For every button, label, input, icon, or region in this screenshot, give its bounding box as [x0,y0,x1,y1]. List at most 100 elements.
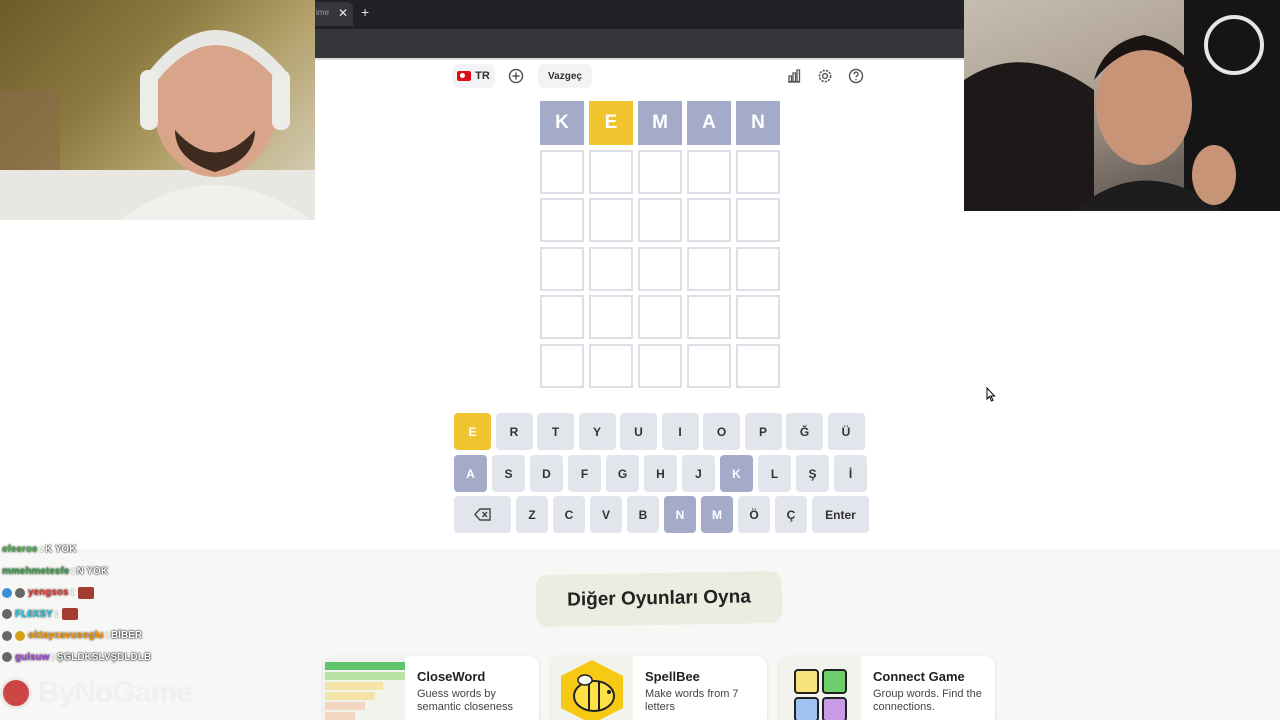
grid-tile: E [589,101,633,145]
game-card-description: Group words. Find the connections. [873,688,982,713]
key-g[interactable]: G [606,455,639,492]
chat-username: FL0XSY [15,608,53,620]
key-y[interactable]: Y [578,413,616,450]
chat-overlay: efeeroe: K YOK mmehmetesfe: N YOK yengsos: FL… [2,539,222,668]
help-circle-icon[interactable] [845,65,867,87]
language-code: TR [475,70,490,82]
grid-row [540,198,780,242]
chat-message: mmehmetesfe: N YOK [2,561,222,583]
key-m[interactable]: M [701,496,733,533]
chat-text: K YOK [44,544,77,556]
key-o[interactable]: O [703,413,740,450]
keyboard-row-2: ASDFGHJKLŞİ [454,455,867,492]
browser-tab-label: ime [316,8,329,17]
key-p[interactable]: P [744,413,782,450]
key-l[interactable]: L [758,455,791,492]
new-tab-icon[interactable]: + [361,4,369,20]
chat-separator: : [51,651,55,663]
key-h[interactable]: H [644,455,677,492]
key-c[interactable]: C [553,496,585,533]
grid-tile [589,343,633,388]
backspace-key[interactable] [454,496,511,533]
grid-tile [736,246,780,291]
chat-text: N YOK [76,565,109,577]
grid-tile: M [638,101,682,145]
key-k[interactable]: K [720,455,753,492]
grid-tile [589,198,633,242]
language-selector[interactable]: TR [452,64,495,88]
chat-emote-icon [62,608,79,621]
give-up-button[interactable]: Vazgeç [538,64,592,88]
grid-tile [589,295,633,339]
grid-tile [736,343,780,388]
key-ö[interactable]: Ö [738,496,770,533]
chat-username: efeeroe [2,544,38,556]
closeword-thumbnail [323,656,405,720]
chat-badge-icon [15,587,25,598]
stats-bar-icon[interactable] [783,65,805,87]
grid-tile: N [736,101,780,145]
key-j[interactable]: J [682,455,715,492]
game-card-description: Make words from 7 letters [645,688,739,713]
grid-tile [638,295,682,339]
chat-username: gulsuw [15,651,50,663]
key-s[interactable]: S [492,455,525,492]
webcam-left [0,0,315,220]
key-e[interactable]: E [454,413,491,450]
key-v[interactable]: V [590,496,622,533]
game-card-title: Connect Game [873,669,965,684]
game-card-spellbee[interactable]: SpellBee Make words from 7 letters [551,656,767,720]
add-circle-icon[interactable] [505,65,527,87]
key-i[interactable]: I [661,413,699,450]
grid-tile [540,246,584,291]
chat-text: ŞGLDKSLVŞDLDLB [56,651,152,663]
key-t[interactable]: T [537,413,574,450]
game-card-title: CloseWord [417,669,486,684]
key-d[interactable]: D [530,455,563,492]
grid-tile [687,149,731,194]
grid-tile [736,295,780,339]
key-ü[interactable]: Ü [827,413,865,450]
grid-tile [687,295,731,339]
key-r[interactable]: R [495,413,533,450]
stream-frame: ime ✕ + TR Vazgeç K E M A N E R T Y U I … [0,0,1280,720]
grid-tile [687,343,731,388]
key-b[interactable]: B [627,496,659,533]
close-icon[interactable]: ✕ [338,6,348,20]
grid-row: KEMAN [540,101,780,145]
chat-emote-icon [77,586,94,599]
chat-username: oktaycavusoglu [28,630,104,642]
mouse-cursor-icon [986,386,996,407]
key-z[interactable]: Z [516,496,548,533]
key-a[interactable]: A [454,455,487,492]
chat-badge-icon [15,630,25,641]
chat-separator: : [54,608,59,620]
game-card-connect[interactable]: Connect Game Group words. Find the conne… [779,656,995,720]
game-card-closeword[interactable]: CloseWord Guess words by semantic closen… [323,656,539,720]
key-ş[interactable]: Ş [796,455,829,492]
grid-row [540,246,780,291]
other-games-title: Diğer Oyunları Oyna [535,570,783,628]
chat-message: yengsos: [2,582,222,604]
grid-tile [638,246,682,291]
key-n[interactable]: N [664,496,696,533]
key-ç[interactable]: Ç [775,496,807,533]
key-i̇[interactable]: İ [834,455,867,492]
chat-badge-icon [2,609,12,620]
grid-tile [540,149,584,194]
game-card-title: SpellBee [645,669,700,684]
keyboard-row-1: ERTYUIOPĞÜ [454,413,865,450]
chat-message: efeeroe: K YOK [2,539,222,561]
browser-tab[interactable]: ime ✕ [315,2,353,26]
key-u[interactable]: U [620,413,657,450]
grid-row [540,343,780,388]
word-grid: KEMAN [540,101,780,392]
key-f[interactable]: F [568,455,601,492]
key-ğ[interactable]: Ğ [786,413,823,450]
gear-icon[interactable] [814,65,836,87]
grid-tile [589,149,633,194]
enter-key[interactable]: Enter [812,496,869,533]
color-grid-icon [779,656,861,720]
grid-tile: K [540,101,584,145]
chat-message: FL0XSY: [2,604,222,626]
